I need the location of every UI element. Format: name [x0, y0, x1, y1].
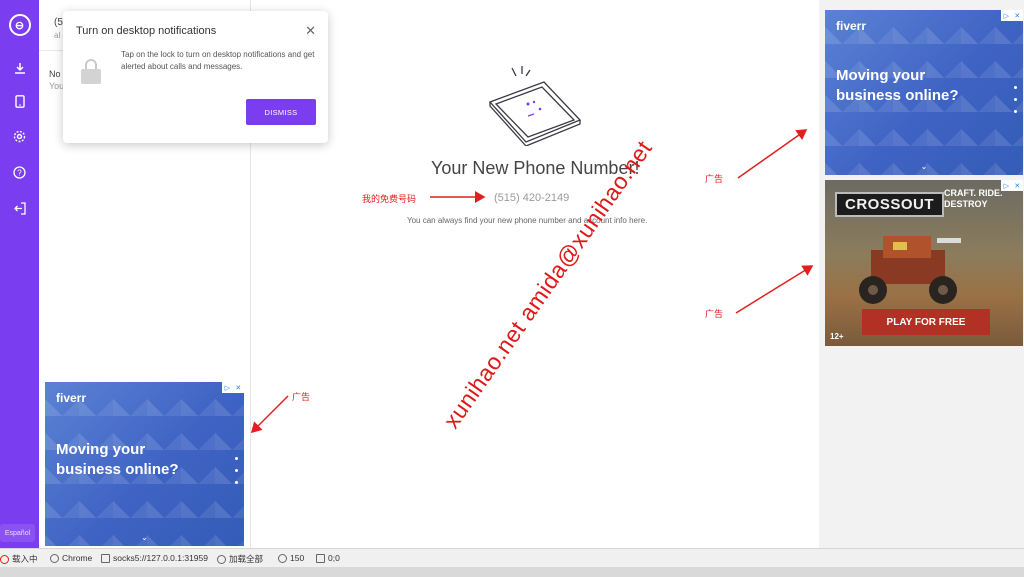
notification-description: Tap on the lock to turn on desktop notif… — [121, 50, 315, 71]
vehicle-image — [859, 236, 961, 304]
ad-headline-line2: business online? — [836, 87, 959, 104]
lock-icon — [81, 59, 101, 85]
annotation-ad-1: 广告 — [705, 174, 724, 184]
status-coords: 0;0 — [316, 553, 340, 563]
ad-headline: Moving your business online? — [56, 440, 179, 480]
fiverr-ad-left[interactable]: ▷ ✕ fiverr Moving your business online? ⌄ — [45, 382, 244, 546]
ad-headline-line1: Moving your — [56, 441, 146, 458]
window-bottom-edge — [0, 567, 1024, 577]
annotation-ad-2: 广告 — [705, 309, 724, 319]
status-coords-label: 0;0 — [328, 553, 340, 563]
status-browser-label: Chrome — [62, 553, 93, 563]
language-switch[interactable]: Español — [0, 524, 35, 542]
proxy-icon — [101, 553, 110, 563]
ad-headline-line1: Moving your — [836, 67, 926, 84]
svg-text:?: ? — [17, 168, 22, 177]
help-icon[interactable]: ? — [4, 160, 35, 184]
mouse-icon — [316, 553, 325, 563]
logout-icon[interactable] — [4, 196, 35, 220]
status-load-all-label: 加载全部 — [229, 554, 264, 564]
phone-icon[interactable] — [4, 89, 35, 113]
annotation-free-number: 我的免费号码 — [362, 194, 417, 204]
age-rating: 12+ — [830, 332, 844, 341]
crossout-ad[interactable]: ▷ ✕ CROSSOUT CRAFT. RIDE. DESTROY PLAY FO… — [825, 180, 1023, 346]
close-icon[interactable]: ✕ — [305, 23, 316, 39]
watermark-text: xunihao.net amida@xunihao.net — [438, 135, 658, 433]
ad-tagline-line2: DESTROY — [944, 199, 988, 209]
panel-number: (5 — [54, 17, 63, 28]
status-browser[interactable]: Chrome — [50, 553, 92, 563]
loading-icon — [0, 554, 9, 564]
notification-popup: Turn on desktop notifications ✕ Tap on t… — [63, 11, 328, 143]
ad-carousel-dots — [235, 457, 238, 493]
status-loading: 载入中 — [0, 553, 38, 565]
fiverr-ad-right[interactable]: ▷ ✕ fiverr Moving your business online? ⌄ — [825, 10, 1023, 175]
notification-title: Turn on desktop notifications — [76, 25, 217, 37]
panel-message-sub: You — [49, 81, 65, 91]
browser-icon — [50, 553, 59, 563]
ad-brand: fiverr — [56, 391, 87, 405]
ad-carousel-dots — [1014, 85, 1017, 122]
adchoices-icon[interactable]: ▷ ✕ — [222, 382, 244, 393]
crossout-logo: CROSSOUT — [835, 192, 944, 217]
gear-icon[interactable] — [4, 124, 35, 148]
ad-tagline-line1: CRAFT. RIDE. — [944, 188, 1003, 198]
status-load-all[interactable]: 加载全部 — [217, 553, 263, 565]
phone-number: (515) 420-2149 — [494, 192, 570, 204]
status-loading-label: 载入中 — [12, 554, 38, 564]
annotation-ad-3: 广告 — [292, 392, 311, 402]
status-count-label: 150 — [290, 553, 305, 563]
browser-status-bar: 载入中 Chrome socks5://127.0.0.1:31959 加载全部… — [0, 548, 1024, 567]
ad-brand: fiverr — [836, 19, 867, 33]
adchoices-icon[interactable]: ▷ ✕ — [1001, 10, 1023, 21]
ad-headline-line2: business online? — [56, 461, 179, 478]
logo-icon[interactable]: ⊖ — [4, 13, 35, 37]
chevron-down-icon: ⌄ — [920, 162, 928, 171]
check-icon — [217, 554, 226, 564]
clock-icon — [278, 553, 287, 563]
play-for-free-button[interactable]: PLAY FOR FREE — [862, 309, 990, 335]
status-proxy[interactable]: socks5://127.0.0.1:31959 — [101, 553, 208, 563]
sidebar-rail: ⊖ ? Español — [0, 0, 39, 548]
right-ad-column: ▷ ✕ fiverr Moving your business online? ⌄… — [819, 0, 1024, 548]
dismiss-button[interactable]: DISMISS — [246, 99, 316, 125]
download-icon[interactable] — [4, 56, 35, 80]
panel-message-title: No — [49, 69, 61, 79]
adchoices-icon[interactable]: ▷ ✕ — [1001, 180, 1023, 191]
status-count: 150 — [278, 553, 304, 563]
ad-headline: Moving your business online? — [836, 66, 959, 106]
ad-tagline: CRAFT. RIDE. DESTROY — [944, 188, 1003, 210]
panel-number-sub: al — [54, 31, 61, 40]
chevron-down-icon: ⌄ — [141, 533, 148, 542]
phone-illustration — [484, 64, 584, 147]
status-proxy-label: socks5://127.0.0.1:31959 — [113, 553, 208, 563]
